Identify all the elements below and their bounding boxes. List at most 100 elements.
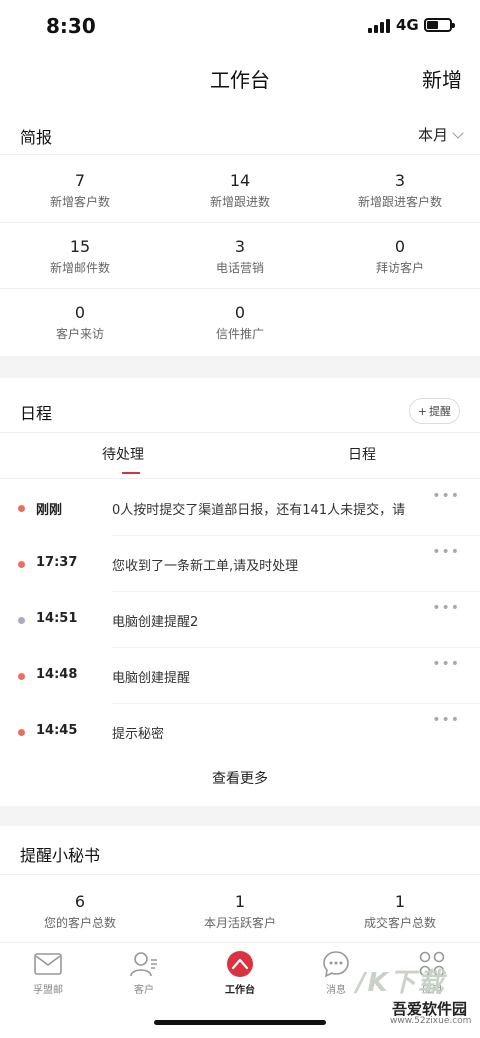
contacts-icon (114, 949, 174, 979)
stat-label: 成交客户总数 (363, 916, 436, 930)
stat-label: 新增跟进数 (209, 195, 270, 209)
item-text: 电脑创建提醒 (112, 671, 191, 686)
stat-label: 电话营销 (215, 261, 264, 275)
stat-value: 3 (394, 171, 406, 190)
section-gap (0, 356, 480, 378)
stat-label: 客户来访 (55, 327, 104, 341)
watermark: /K下载 吾爱软件园 www.52zixue.com (350, 960, 478, 1030)
divider (0, 222, 480, 223)
tabbar-label: 孚盟邮 (33, 985, 63, 996)
stat-label: 本月活跃客户 (203, 916, 276, 930)
battery-icon (424, 18, 455, 32)
stat-label: 拜访客户 (375, 261, 424, 275)
stat-total-customers[interactable]: 6 您的客户总数 (0, 892, 160, 931)
divider (0, 874, 480, 875)
stat-value: 1 (234, 892, 246, 911)
signal-icon (368, 19, 392, 33)
stat-label: 您的客户总数 (43, 916, 116, 930)
stat-deal-customers[interactable]: 1 成交客户总数 (320, 892, 480, 931)
more-icon[interactable]: ••• (432, 488, 460, 504)
stat-label: 新增客户数 (49, 195, 110, 209)
stat-new-followup-customers[interactable]: 3 新增跟进客户数 (320, 171, 480, 210)
home-indicator[interactable] (154, 1020, 326, 1025)
list-item[interactable]: 14:48 电脑创建提醒 ••• (0, 648, 480, 704)
list-item[interactable]: 刚刚 0人按时提交了渠道部日报，还有141人未提交，请 ••• (0, 480, 480, 536)
add-reminder-button[interactable]: + 提醒 (408, 398, 460, 424)
mail-icon (18, 949, 78, 979)
stat-label: 新增跟进客户数 (357, 195, 442, 209)
item-time: 14:51 (36, 611, 78, 626)
stat-value: 15 (69, 237, 91, 256)
tabbar-item-workbench[interactable]: 工作台 (210, 949, 270, 996)
schedule-title: 日程 (20, 404, 53, 423)
workbench-icon (210, 949, 270, 979)
tabbar-label: 客户 (134, 985, 154, 996)
status-dot (18, 617, 25, 624)
period-selector[interactable]: 本月 (417, 124, 464, 145)
schedule-tabs: 待处理 日程 (0, 432, 480, 478)
item-text: 电脑创建提醒2 (112, 615, 199, 630)
stat-value: 0 (74, 303, 86, 322)
stat-letter-promotion[interactable]: 0 信件推广 (160, 303, 320, 342)
item-time: 14:45 (36, 723, 78, 738)
list-item[interactable]: 14:45 提示秘密 ••• (0, 704, 480, 760)
chevron-down-icon (452, 126, 464, 139)
divider (0, 478, 480, 479)
item-time: 17:37 (36, 555, 78, 570)
network-type: 4G (396, 16, 419, 34)
item-time: 14:48 (36, 667, 78, 682)
divider (0, 154, 480, 155)
plus-icon: + (417, 404, 427, 418)
stat-value: 0 (394, 237, 406, 256)
tab-pending[interactable]: 待处理 (102, 444, 144, 464)
item-text: 0人按时提交了渠道部日报，还有141人未提交，请 (112, 503, 406, 518)
stat-visit-customers[interactable]: 0 拜访客户 (320, 237, 480, 276)
stat-value: 7 (74, 171, 86, 190)
stat-active-customers[interactable]: 1 本月活跃客户 (160, 892, 320, 931)
active-tab-indicator (122, 472, 140, 474)
section-gap (0, 806, 480, 826)
stat-label: 信件推广 (215, 327, 264, 341)
stat-value: 0 (234, 303, 246, 322)
stat-new-customers[interactable]: 7 新增客户数 (0, 171, 160, 210)
item-text: 提示秘密 (112, 727, 165, 742)
add-new-button[interactable]: 新增 (422, 64, 462, 93)
status-dot (18, 729, 25, 736)
more-icon[interactable]: ••• (432, 656, 460, 672)
secretary-title: 提醒小秘书 (20, 846, 101, 865)
schedule-header: 日程 (0, 386, 480, 438)
reminder-label: 提醒 (429, 405, 451, 418)
stat-new-emails[interactable]: 15 新增邮件数 (0, 237, 160, 276)
list-item[interactable]: 17:37 您收到了一条新工单,请及时处理 ••• (0, 536, 480, 592)
stat-customer-visits[interactable]: 0 客户来访 (0, 303, 160, 342)
period-label: 本月 (417, 126, 448, 144)
tabbar-label: 工作台 (225, 985, 255, 996)
stat-new-followups[interactable]: 14 新增跟进数 (160, 171, 320, 210)
page-title: 工作台 (210, 68, 270, 92)
stat-value: 14 (229, 171, 251, 190)
item-text: 您收到了一条新工单,请及时处理 (112, 559, 299, 574)
see-more-link[interactable]: 查看更多 (0, 768, 480, 788)
stat-value: 6 (74, 892, 86, 911)
stat-label: 新增邮件数 (49, 261, 110, 275)
status-bar: 8:30 4G (0, 0, 480, 52)
status-time: 8:30 (46, 14, 96, 38)
list-item[interactable]: 14:51 电脑创建提醒2 ••• (0, 592, 480, 648)
tabbar-item-mail[interactable]: 孚盟邮 (18, 949, 78, 996)
status-dot (18, 505, 25, 512)
brief-title: 简报 (20, 128, 53, 147)
status-dot (18, 561, 25, 568)
tab-schedule[interactable]: 日程 (348, 444, 376, 464)
more-icon[interactable]: ••• (432, 544, 460, 560)
more-icon[interactable]: ••• (432, 600, 460, 616)
stat-telemarketing[interactable]: 3 电话营销 (160, 237, 320, 276)
more-icon[interactable]: ••• (432, 712, 460, 728)
item-time: 刚刚 (36, 503, 63, 518)
status-dot (18, 673, 25, 680)
secretary-header: 提醒小秘书 (0, 828, 480, 880)
watermark-logo: /K下载 (356, 968, 446, 998)
tabbar-item-customers[interactable]: 客户 (114, 949, 174, 996)
stat-value: 3 (234, 237, 246, 256)
watermark-url: www.52zixue.com (390, 1016, 472, 1026)
divider (0, 288, 480, 289)
